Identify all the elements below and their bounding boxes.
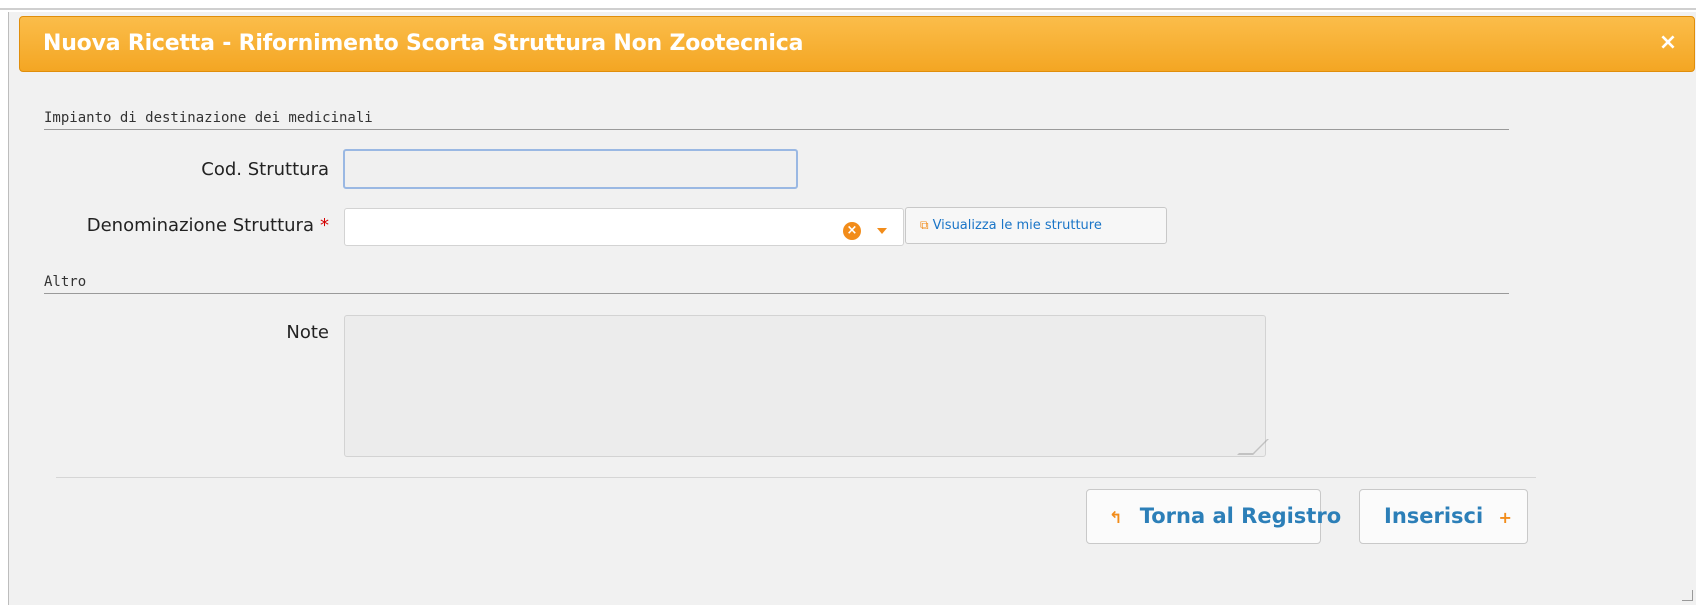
section-other-title: Altro	[44, 274, 87, 290]
dialog-title: Nuova Ricetta - Rifornimento Scorta Stru…	[43, 31, 804, 56]
caret-down-icon[interactable]	[877, 228, 887, 234]
dialog-titlebar[interactable]: Nuova Ricetta - Rifornimento Scorta Stru…	[19, 16, 1695, 72]
dialog-resize-handle[interactable]	[1682, 590, 1693, 601]
denominazione-struttura-label: Denominazione Struttura *	[87, 215, 329, 236]
section-destination-header: Impianto di destinazione dei medicinali	[44, 107, 1509, 130]
section-destination-title: Impianto di destinazione dei medicinali	[44, 110, 373, 126]
back-to-register-button[interactable]: ↰ Torna al Registro	[1086, 489, 1341, 544]
window-icon: ⧉	[920, 218, 929, 232]
note-textarea[interactable]	[344, 315, 1266, 457]
cod-struttura-input[interactable]	[343, 149, 798, 189]
back-to-register-label: Torna al Registro	[1139, 504, 1342, 528]
required-asterisk: *	[320, 215, 329, 236]
show-my-structures-button[interactable]: ⧉ Visualizza le mie strutture	[905, 207, 1167, 244]
section-other-header: Altro	[44, 271, 1509, 294]
insert-button[interactable]: Inserisci +	[1359, 489, 1528, 544]
close-circle-icon[interactable]: ×	[843, 222, 861, 240]
close-icon[interactable]: ×	[1656, 31, 1680, 55]
note-label: Note	[286, 322, 329, 343]
plus-icon: +	[1498, 508, 1512, 527]
dialog-window: Nuova Ricetta - Rifornimento Scorta Stru…	[8, 12, 1696, 605]
show-my-structures-label: Visualizza le mie strutture	[932, 218, 1102, 233]
denominazione-struttura-label-text: Denominazione Struttura	[86, 215, 314, 236]
footer-divider	[56, 477, 1536, 478]
top-border	[0, 0, 1696, 10]
insert-label: Inserisci	[1384, 504, 1484, 528]
denominazione-struttura-combobox[interactable]	[344, 208, 904, 246]
cod-struttura-label: Cod. Struttura	[201, 159, 329, 180]
reply-icon: ↰	[1109, 508, 1123, 527]
